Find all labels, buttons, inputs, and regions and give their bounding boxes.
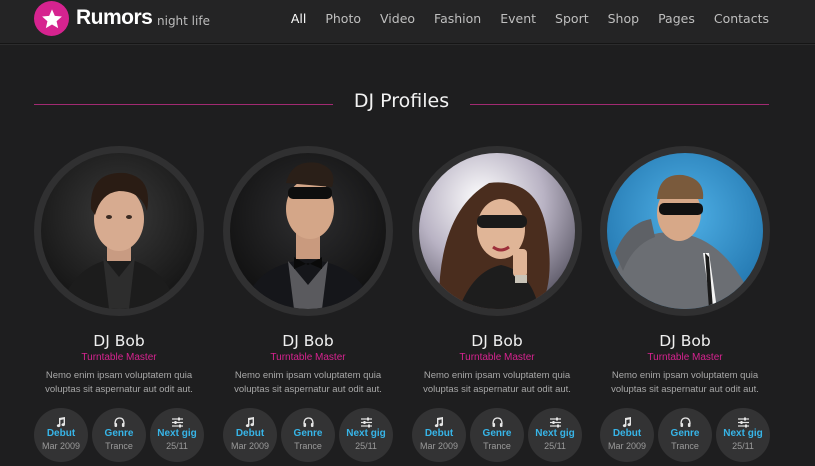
- stat-value: Trance: [483, 441, 511, 451]
- profile-card: DJ Bob Turntable Master Nemo enim ipsam …: [412, 146, 582, 466]
- nav-item-contacts[interactable]: Contacts: [714, 11, 769, 26]
- stat-debut[interactable]: Debut Mar 2009: [34, 408, 88, 462]
- stat-label: Next gig: [535, 428, 575, 439]
- profile-name[interactable]: DJ Bob: [412, 332, 582, 350]
- stat-label: Genre: [104, 428, 134, 439]
- music-note-icon: [223, 417, 277, 428]
- stat-value: Mar 2009: [607, 441, 647, 451]
- sliders-icon: [150, 417, 204, 428]
- stat-value: 25/11: [544, 441, 566, 451]
- profile-photo-frame: [412, 146, 582, 316]
- sliders-icon: [716, 417, 770, 428]
- nav-item-pages[interactable]: Pages: [658, 11, 695, 26]
- logo-star-icon[interactable]: [34, 1, 69, 36]
- section-divider-left: [34, 104, 333, 105]
- nav-item-fashion[interactable]: Fashion: [434, 11, 481, 26]
- profile-photo-frame: [34, 146, 204, 316]
- stat-value: 25/11: [166, 441, 188, 451]
- profile-description: Nemo enim ipsam voluptatem quia voluptas…: [34, 369, 204, 397]
- stat-next-gig[interactable]: Next gig 25/11: [528, 408, 582, 462]
- music-note-icon: [412, 417, 466, 428]
- stat-value: Mar 2009: [41, 441, 81, 451]
- star-icon: [41, 8, 62, 28]
- stat-label: Genre: [293, 428, 323, 439]
- music-note-icon: [34, 417, 88, 428]
- description-line: voluptas sit aspernatur aut odit aut.: [45, 384, 193, 395]
- profile-photo[interactable]: [41, 153, 197, 309]
- profile-photo[interactable]: [230, 153, 386, 309]
- description-line: Nemo enim ipsam voluptatem quia: [611, 370, 759, 381]
- stat-label: Debut: [46, 428, 76, 439]
- stat-value: Trance: [294, 441, 322, 451]
- main-nav: All Photo Video Fashion Event Sport Shop…: [272, 11, 769, 26]
- profile-role: Turntable Master: [270, 352, 346, 363]
- stat-next-gig[interactable]: Next gig 25/11: [716, 408, 770, 462]
- profile-description: Nemo enim ipsam voluptatem quia voluptas…: [223, 369, 393, 397]
- headphones-icon: [281, 417, 335, 428]
- nav-item-all[interactable]: All: [291, 11, 307, 26]
- description-line: Nemo enim ipsam voluptatem quia: [423, 370, 571, 381]
- stat-next-gig[interactable]: Next gig 25/11: [150, 408, 204, 462]
- stat-debut[interactable]: Debut Mar 2009: [223, 408, 277, 462]
- stat-value: Trance: [105, 441, 133, 451]
- brand-subtitle: night life: [157, 14, 210, 28]
- section-title: DJ Profiles: [353, 90, 450, 112]
- description-line: voluptas sit aspernatur aut odit aut.: [234, 384, 382, 395]
- profile-role: Turntable Master: [459, 352, 535, 363]
- description-line: Nemo enim ipsam voluptatem quia: [45, 370, 193, 381]
- stat-value: Trance: [671, 441, 699, 451]
- nav-item-event[interactable]: Event: [500, 11, 536, 26]
- sliders-icon: [339, 417, 393, 428]
- stat-label: Debut: [235, 428, 265, 439]
- nav-item-shop[interactable]: Shop: [608, 11, 639, 26]
- stat-label: Next gig: [157, 428, 197, 439]
- profile-card: DJ Bob Turntable Master Nemo enim ipsam …: [34, 146, 204, 466]
- headphones-icon: [658, 417, 712, 428]
- stat-genre[interactable]: Genre Trance: [658, 408, 712, 462]
- stat-label: Genre: [482, 428, 512, 439]
- stat-label: Next gig: [346, 428, 386, 439]
- site-header: Rumors night life All Photo Video Fashio…: [0, 0, 815, 44]
- stat-value: Mar 2009: [419, 441, 459, 451]
- sliders-icon: [528, 417, 582, 428]
- profile-card: DJ Bob Turntable Master Nemo enim ipsam …: [600, 146, 770, 466]
- profile-card: DJ Bob Turntable Master Nemo enim ipsam …: [223, 146, 393, 466]
- profile-photo[interactable]: [419, 153, 575, 309]
- nav-item-sport[interactable]: Sport: [555, 11, 589, 26]
- stat-label: Next gig: [723, 428, 763, 439]
- profile-photo-frame: [600, 146, 770, 316]
- stat-label: Genre: [670, 428, 700, 439]
- profile-name[interactable]: DJ Bob: [34, 332, 204, 350]
- nav-item-photo[interactable]: Photo: [325, 11, 361, 26]
- stat-genre[interactable]: Genre Trance: [470, 408, 524, 462]
- description-line: Nemo enim ipsam voluptatem quia: [234, 370, 382, 381]
- description-line: voluptas sit aspernatur aut odit aut.: [611, 384, 759, 395]
- profile-photo-frame: [223, 146, 393, 316]
- music-note-icon: [600, 417, 654, 428]
- section-divider-right: [470, 104, 769, 105]
- nav-item-video[interactable]: Video: [380, 11, 415, 26]
- stat-value: Mar 2009: [230, 441, 270, 451]
- description-line: voluptas sit aspernatur aut odit aut.: [423, 384, 571, 395]
- profile-name[interactable]: DJ Bob: [600, 332, 770, 350]
- stat-next-gig[interactable]: Next gig 25/11: [339, 408, 393, 462]
- stat-debut[interactable]: Debut Mar 2009: [412, 408, 466, 462]
- stat-value: 25/11: [732, 441, 754, 451]
- stat-genre[interactable]: Genre Trance: [92, 408, 146, 462]
- headphones-icon: [92, 417, 146, 428]
- stat-value: 25/11: [355, 441, 377, 451]
- profile-description: Nemo enim ipsam voluptatem quia voluptas…: [412, 369, 582, 397]
- profile-photo[interactable]: [607, 153, 763, 309]
- brand-title[interactable]: Rumors: [76, 6, 153, 30]
- profile-description: Nemo enim ipsam voluptatem quia voluptas…: [600, 369, 770, 397]
- stat-genre[interactable]: Genre Trance: [281, 408, 335, 462]
- profile-role: Turntable Master: [647, 352, 723, 363]
- stat-label: Debut: [612, 428, 642, 439]
- stat-label: Debut: [424, 428, 454, 439]
- profile-role: Turntable Master: [81, 352, 157, 363]
- stat-debut[interactable]: Debut Mar 2009: [600, 408, 654, 462]
- profile-name[interactable]: DJ Bob: [223, 332, 393, 350]
- headphones-icon: [470, 417, 524, 428]
